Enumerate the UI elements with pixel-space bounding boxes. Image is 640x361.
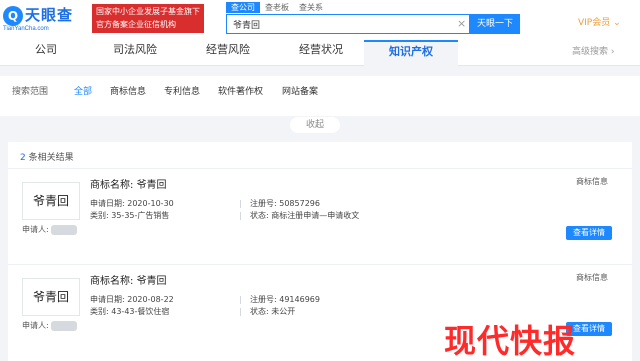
top-header: Q 天眼查 TianYanCha.com 国家中小企业发展子基金旗下 官方备案企… [0,0,640,40]
filter-patent[interactable]: 专利信息 [164,84,200,97]
apply-date-value: 2020-10-30 [127,199,174,208]
search-tab-boss[interactable]: 查老板 [260,2,294,13]
category-nav: 公司 司法风险 经营风险 经营状况 知识产权 高级搜索 › [0,40,640,66]
field-separator [240,212,241,220]
applicant-label: 申请人: [22,321,49,330]
vip-member-link[interactable]: VIP会员 ⌄ [578,15,621,28]
status-label: 状态: [250,307,269,316]
filter-software-copyright[interactable]: 软件著作权 [218,84,263,97]
search-scope-filter: 搜索范围 全部 商标信息 专利信息 软件著作权 网站备案 [0,76,640,116]
logo-eye-icon: Q [3,6,23,26]
status-label: 状态: [250,211,269,220]
divider [8,168,632,169]
applicant-blurred [50,320,77,331]
category-label: 类别: [90,211,109,220]
view-details-button[interactable]: 查看详情 [566,226,612,240]
banner-line-1: 国家中小企业发展子基金旗下 [96,7,200,16]
status-value: 商标注册申请—申请收文 [271,211,360,220]
result-count-suffix: 条相关结果 [25,153,74,163]
type-tag: 商标信息 [576,177,608,186]
tianyancha-logo[interactable]: Q 天眼查 TianYanCha.com [3,4,89,34]
reg-number: 注册号: 49146969 [250,294,320,305]
category-label: 类别: [90,307,109,316]
field-separator [240,296,241,304]
applicant: 申请人: [22,224,77,235]
category-value: 43-43-餐饮住宿 [111,307,170,316]
collapse-button[interactable]: 收起 [290,117,340,133]
search-tab-relation[interactable]: 查关系 [294,2,328,13]
trademark-name-label: 商标名称: [90,276,134,287]
status-value: 未公开 [271,307,296,316]
filter-trademark[interactable]: 商标信息 [110,84,146,97]
tab-operation-status[interactable]: 经营状况 [278,40,364,66]
credential-banner: 国家中小企业发展子基金旗下 官方备案企业征信机构 [92,4,204,33]
applicant-blurred [50,224,77,235]
tab-company[interactable]: 公司 [0,40,92,66]
trademark-card: 爷青回 申请人: 商标名称: 爷青回 申请日期: 2020-10-30 注册号:… [8,174,632,262]
trademark-name[interactable]: 爷青回 [137,180,167,191]
tab-intellectual-property[interactable]: 知识产权 [364,40,458,66]
search-mode-tabs: 查公司 查老板 查关系 [226,2,328,13]
category: 类别: 43-43-餐饮住宿 [90,306,169,317]
trademark-name-row: 商标名称: 爷青回 [90,272,167,287]
trademark-name-label: 商标名称: [90,180,134,191]
status: 状态: 未公开 [250,306,295,317]
banner-line-2: 官方备案企业征信机构 [96,20,176,29]
trademark-name[interactable]: 爷青回 [137,276,167,287]
search-input[interactable] [233,15,453,33]
result-count: 2 条相关结果 [20,150,74,163]
reg-number-label: 注册号: [250,199,277,208]
clear-icon[interactable]: × [457,16,466,32]
reg-number-label: 注册号: [250,295,277,304]
xiandaikuaibao-watermark: 现代快报 [444,322,577,360]
apply-date: 申请日期: 2020-10-30 [90,198,174,209]
apply-date-label: 申请日期: [90,295,125,304]
search-box: × [226,14,470,34]
trademark-image[interactable]: 爷青回 [22,278,80,316]
search-tab-company[interactable]: 查公司 [226,2,260,13]
apply-date: 申请日期: 2020-08-22 [90,294,174,305]
search-button[interactable]: 天眼一下 [470,14,520,34]
tab-operation-risk[interactable]: 经营风险 [178,40,278,66]
status: 状态: 商标注册申请—申请收文 [250,210,359,221]
applicant: 申请人: [22,320,77,331]
category-value: 35-35-广告销售 [111,211,170,220]
tab-legal-risk[interactable]: 司法风险 [92,40,178,66]
logo-subtext: TianYanCha.com [3,26,49,32]
advanced-search-link[interactable]: 高级搜索 › [572,44,614,57]
trademark-name-row: 商标名称: 爷青回 [90,176,167,191]
reg-number-value: 49146969 [279,295,320,304]
logo-text: 天眼查 [25,6,74,24]
filter-all[interactable]: 全部 [74,84,92,97]
field-separator [240,308,241,316]
field-separator [240,200,241,208]
apply-date-label: 申请日期: [90,199,125,208]
applicant-label: 申请人: [22,225,49,234]
filter-label: 搜索范围 [12,87,49,97]
reg-number-value: 50857296 [279,199,320,208]
filter-website-record[interactable]: 网站备案 [282,84,318,97]
apply-date-value: 2020-08-22 [127,295,174,304]
type-tag: 商标信息 [576,273,608,282]
trademark-image[interactable]: 爷青回 [22,182,80,220]
category: 类别: 35-35-广告销售 [90,210,169,221]
divider [8,264,632,265]
reg-number: 注册号: 50857296 [250,198,320,209]
